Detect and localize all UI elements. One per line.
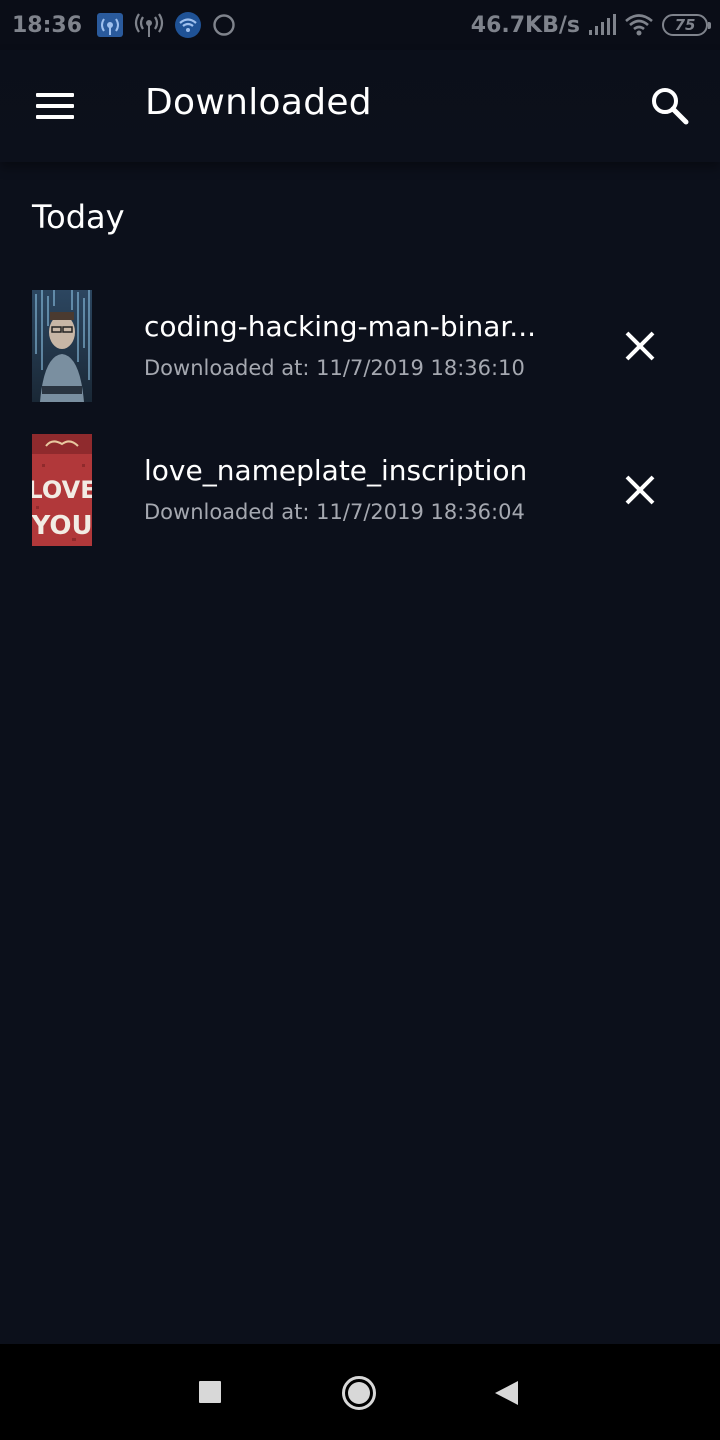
wifi-badge-icon xyxy=(174,11,202,39)
back-triangle-icon[interactable] xyxy=(492,1379,520,1411)
app-bar: Downloaded xyxy=(0,50,720,162)
close-icon[interactable] xyxy=(620,470,660,510)
love-you-sign-thumbnail[interactable]: LOVE YOU xyxy=(32,434,92,546)
home-circle-icon[interactable] xyxy=(341,1375,377,1415)
download-item[interactable]: coding-hacking-man-binar... Downloaded a… xyxy=(0,290,720,420)
man-binary-code-thumbnail[interactable] xyxy=(32,290,92,402)
circle-icon xyxy=(212,13,236,37)
wireless-signal-icon xyxy=(134,12,164,38)
network-speed: 46.7KB/s xyxy=(470,12,580,38)
navigation-bar xyxy=(0,1344,720,1440)
svg-text:LOVE: LOVE xyxy=(32,476,92,504)
svg-text:YOU: YOU xyxy=(32,511,92,541)
download-title: love_nameplate_inscription xyxy=(144,454,528,487)
search-icon[interactable] xyxy=(648,84,692,128)
page-title: Downloaded xyxy=(145,82,372,123)
status-time: 18:36 xyxy=(12,12,83,38)
hotspot-icon xyxy=(96,12,124,38)
wifi-icon xyxy=(624,13,654,37)
close-icon[interactable] xyxy=(620,326,660,366)
status-bar: 18:36 46.7KB/s 75 xyxy=(0,0,720,50)
recents-square-icon[interactable] xyxy=(198,1380,222,1408)
cell-signal-icon xyxy=(588,14,616,36)
download-item[interactable]: LOVE YOU love_nameplate_inscription Down… xyxy=(0,434,720,564)
hamburger-menu-icon[interactable] xyxy=(36,86,76,126)
download-timestamp: Downloaded at: 11/7/2019 18:36:04 xyxy=(144,500,525,524)
download-timestamp: Downloaded at: 11/7/2019 18:36:10 xyxy=(144,356,525,380)
battery-icon: 75 xyxy=(662,14,711,36)
download-title: coding-hacking-man-binar... xyxy=(144,310,536,343)
section-heading-today: Today xyxy=(32,198,125,236)
